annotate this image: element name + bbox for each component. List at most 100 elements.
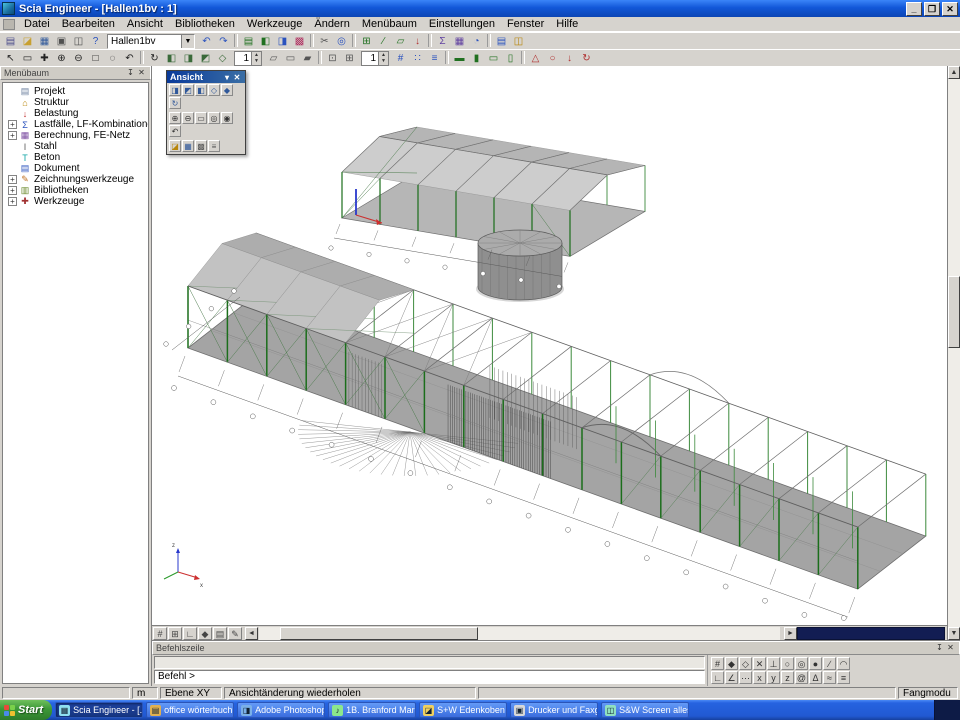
scroll-down-icon[interactable]: ▼: [948, 627, 960, 640]
system-tray[interactable]: [934, 700, 960, 720]
zoom-window-icon[interactable]: ▭: [195, 112, 207, 124]
tree-item-struktur[interactable]: ⌂Struktur: [3, 97, 148, 108]
snap-toggle-icon[interactable]: ◆: [198, 627, 212, 640]
view-menu-icon[interactable]: ≡: [208, 140, 220, 152]
clip-box-icon[interactable]: ⊡: [324, 51, 341, 66]
axonometric-icon[interactable]: ◇: [214, 51, 231, 66]
taskbar-button-scia-engineer[interactable]: ▦Scia Engineer - [...: [55, 702, 143, 718]
load-panel-icon[interactable]: ↓: [409, 34, 426, 49]
working-plane-icon[interactable]: ⊞: [341, 51, 358, 66]
save-view-icon[interactable]: ▦: [182, 140, 194, 152]
scale-stepper-1[interactable]: 1▲▼: [234, 51, 262, 66]
tree-item-zeichnungswerkzeuge[interactable]: +✎Zeichnungswerkzeuge: [3, 174, 148, 185]
scroll-right-icon[interactable]: ►: [784, 627, 797, 640]
view-side-icon[interactable]: ◨: [180, 51, 197, 66]
wireframe-icon[interactable]: ▱: [265, 51, 282, 66]
lock-z-icon[interactable]: z: [781, 671, 794, 684]
taskbar-button-s-w-edenkoben[interactable]: ◪S+W Edenkoben: [419, 702, 507, 718]
fe-mesh-icon[interactable]: ▦: [451, 34, 468, 49]
zoom-all-icon[interactable]: ◎: [208, 112, 220, 124]
perspective-icon[interactable]: ◆: [221, 84, 233, 96]
snap-edge-icon[interactable]: ∕: [823, 657, 836, 670]
zoom-out-icon[interactable]: ⊖: [70, 51, 87, 66]
support-icon[interactable]: △: [527, 51, 544, 66]
lock-y-icon[interactable]: y: [767, 671, 780, 684]
maximize-button[interactable]: ❐: [924, 2, 940, 16]
zoom-selection-icon[interactable]: ◉: [221, 112, 233, 124]
tree-item-stahl[interactable]: IStahl: [3, 141, 148, 152]
column-icon[interactable]: ▮: [468, 51, 485, 66]
print-icon[interactable]: ▣: [53, 34, 70, 49]
open-view-icon[interactable]: ◪: [169, 140, 181, 152]
palette-menu-icon[interactable]: ▾: [222, 72, 232, 83]
tree-item-beton[interactable]: TBeton: [3, 152, 148, 163]
tree-item-belastung[interactable]: ↓Belastung: [3, 108, 148, 119]
named-selection-icon[interactable]: ◎: [333, 34, 350, 49]
undo-icon[interactable]: ↶: [198, 34, 215, 49]
menu-einstellungen[interactable]: Einstellungen: [423, 17, 501, 31]
redo-icon[interactable]: ↷: [215, 34, 232, 49]
tree-item-werkzeuge[interactable]: +✚Werkzeuge: [3, 196, 148, 207]
ortho-mode-icon[interactable]: ∟: [711, 671, 724, 684]
tree-item-lastfälle-lf-kombinationen[interactable]: +ΣLastfälle, LF-Kombinationen: [3, 119, 148, 130]
relative-coords-icon[interactable]: Δ: [809, 671, 822, 684]
tree-item-projekt[interactable]: ▤Projekt: [3, 86, 148, 97]
expander-icon[interactable]: +: [8, 175, 17, 184]
menu-hilfe[interactable]: Hilfe: [550, 17, 584, 31]
palette-close-icon[interactable]: ✕: [232, 72, 242, 83]
grid-snap-icon[interactable]: #: [392, 51, 409, 66]
minimized-window-strip[interactable]: [797, 627, 945, 640]
snap-perpendicular-icon[interactable]: ⊥: [767, 657, 780, 670]
snap-midpoint-icon[interactable]: ◇: [739, 657, 752, 670]
close-icon[interactable]: ✕: [945, 643, 956, 654]
render-settings-icon[interactable]: ▩: [195, 140, 207, 152]
combo-dropdown-icon[interactable]: ▼: [181, 35, 194, 48]
tree-item-berechnung-fe-netz[interactable]: +▦Berechnung, FE-Netz: [3, 130, 148, 141]
cut-out-icon[interactable]: ✂: [316, 34, 333, 49]
pin-icon[interactable]: ↧: [125, 68, 136, 79]
menu-ändern[interactable]: Ändern: [308, 17, 355, 31]
dot-grid-icon[interactable]: ∷: [409, 51, 426, 66]
expander-icon[interactable]: +: [8, 131, 17, 140]
zoom-out-icon[interactable]: ⊖: [182, 112, 194, 124]
plate-icon[interactable]: ▭: [485, 51, 502, 66]
rotate-view-icon[interactable]: ↻: [146, 51, 163, 66]
scroll-up-icon[interactable]: ▲: [948, 66, 960, 79]
rotate-view-icon[interactable]: ↻: [169, 97, 181, 109]
start-button[interactable]: Start: [0, 700, 52, 720]
snap-center-icon[interactable]: ◎: [795, 657, 808, 670]
menu-menübaum[interactable]: Menübaum: [356, 17, 423, 31]
tracking-icon[interactable]: ⋯: [739, 671, 752, 684]
project-combo[interactable]: Hallen1bv ▼: [107, 34, 195, 49]
wall-icon[interactable]: ▯: [502, 51, 519, 66]
viewport-3d[interactable]: zx Ansicht ▾ ✕ ◨◩◧◇◆↻ ⊕⊖▭◎◉↶ ◪▦▩≡: [152, 66, 947, 640]
activity-icon[interactable]: ◧: [257, 34, 274, 49]
expander-icon[interactable]: +: [8, 120, 17, 129]
stepper-arrows-icon[interactable]: ▲▼: [251, 52, 261, 65]
member-2d-icon[interactable]: ▱: [392, 34, 409, 49]
scroll-left-icon[interactable]: ◄: [245, 627, 258, 640]
pin-icon[interactable]: ↧: [934, 643, 945, 654]
coord-input-icon[interactable]: #: [153, 627, 167, 640]
close-icon[interactable]: ✕: [136, 68, 147, 79]
vscroll-track[interactable]: [948, 79, 960, 627]
view-y-icon[interactable]: ◩: [182, 84, 194, 96]
lock-x-icon[interactable]: x: [753, 671, 766, 684]
status-snap-mode[interactable]: Fangmodu: [898, 687, 958, 699]
snap-grid-icon[interactable]: #: [711, 657, 724, 670]
grid-toggle-icon[interactable]: ⊞: [168, 627, 182, 640]
layer-select-icon[interactable]: ▤: [213, 627, 227, 640]
stepper-arrows-icon[interactable]: ▲▼: [378, 52, 388, 65]
snap-node-icon[interactable]: ●: [809, 657, 822, 670]
new-project-icon[interactable]: ▤: [2, 34, 19, 49]
hinge-icon[interactable]: ○: [544, 51, 561, 66]
hidden-line-icon[interactable]: ▭: [282, 51, 299, 66]
line-grid-icon[interactable]: ≡: [426, 51, 443, 66]
snap-endpoint-icon[interactable]: ◆: [725, 657, 738, 670]
menu-werkzeuge[interactable]: Werkzeuge: [241, 17, 308, 31]
ansicht-titlebar[interactable]: Ansicht ▾ ✕: [167, 71, 245, 83]
load-icon[interactable]: ↓: [561, 51, 578, 66]
menu-bibliotheken[interactable]: Bibliotheken: [169, 17, 241, 31]
tree-item-dokument[interactable]: ▤Dokument: [3, 163, 148, 174]
shaded-icon[interactable]: ▰: [299, 51, 316, 66]
